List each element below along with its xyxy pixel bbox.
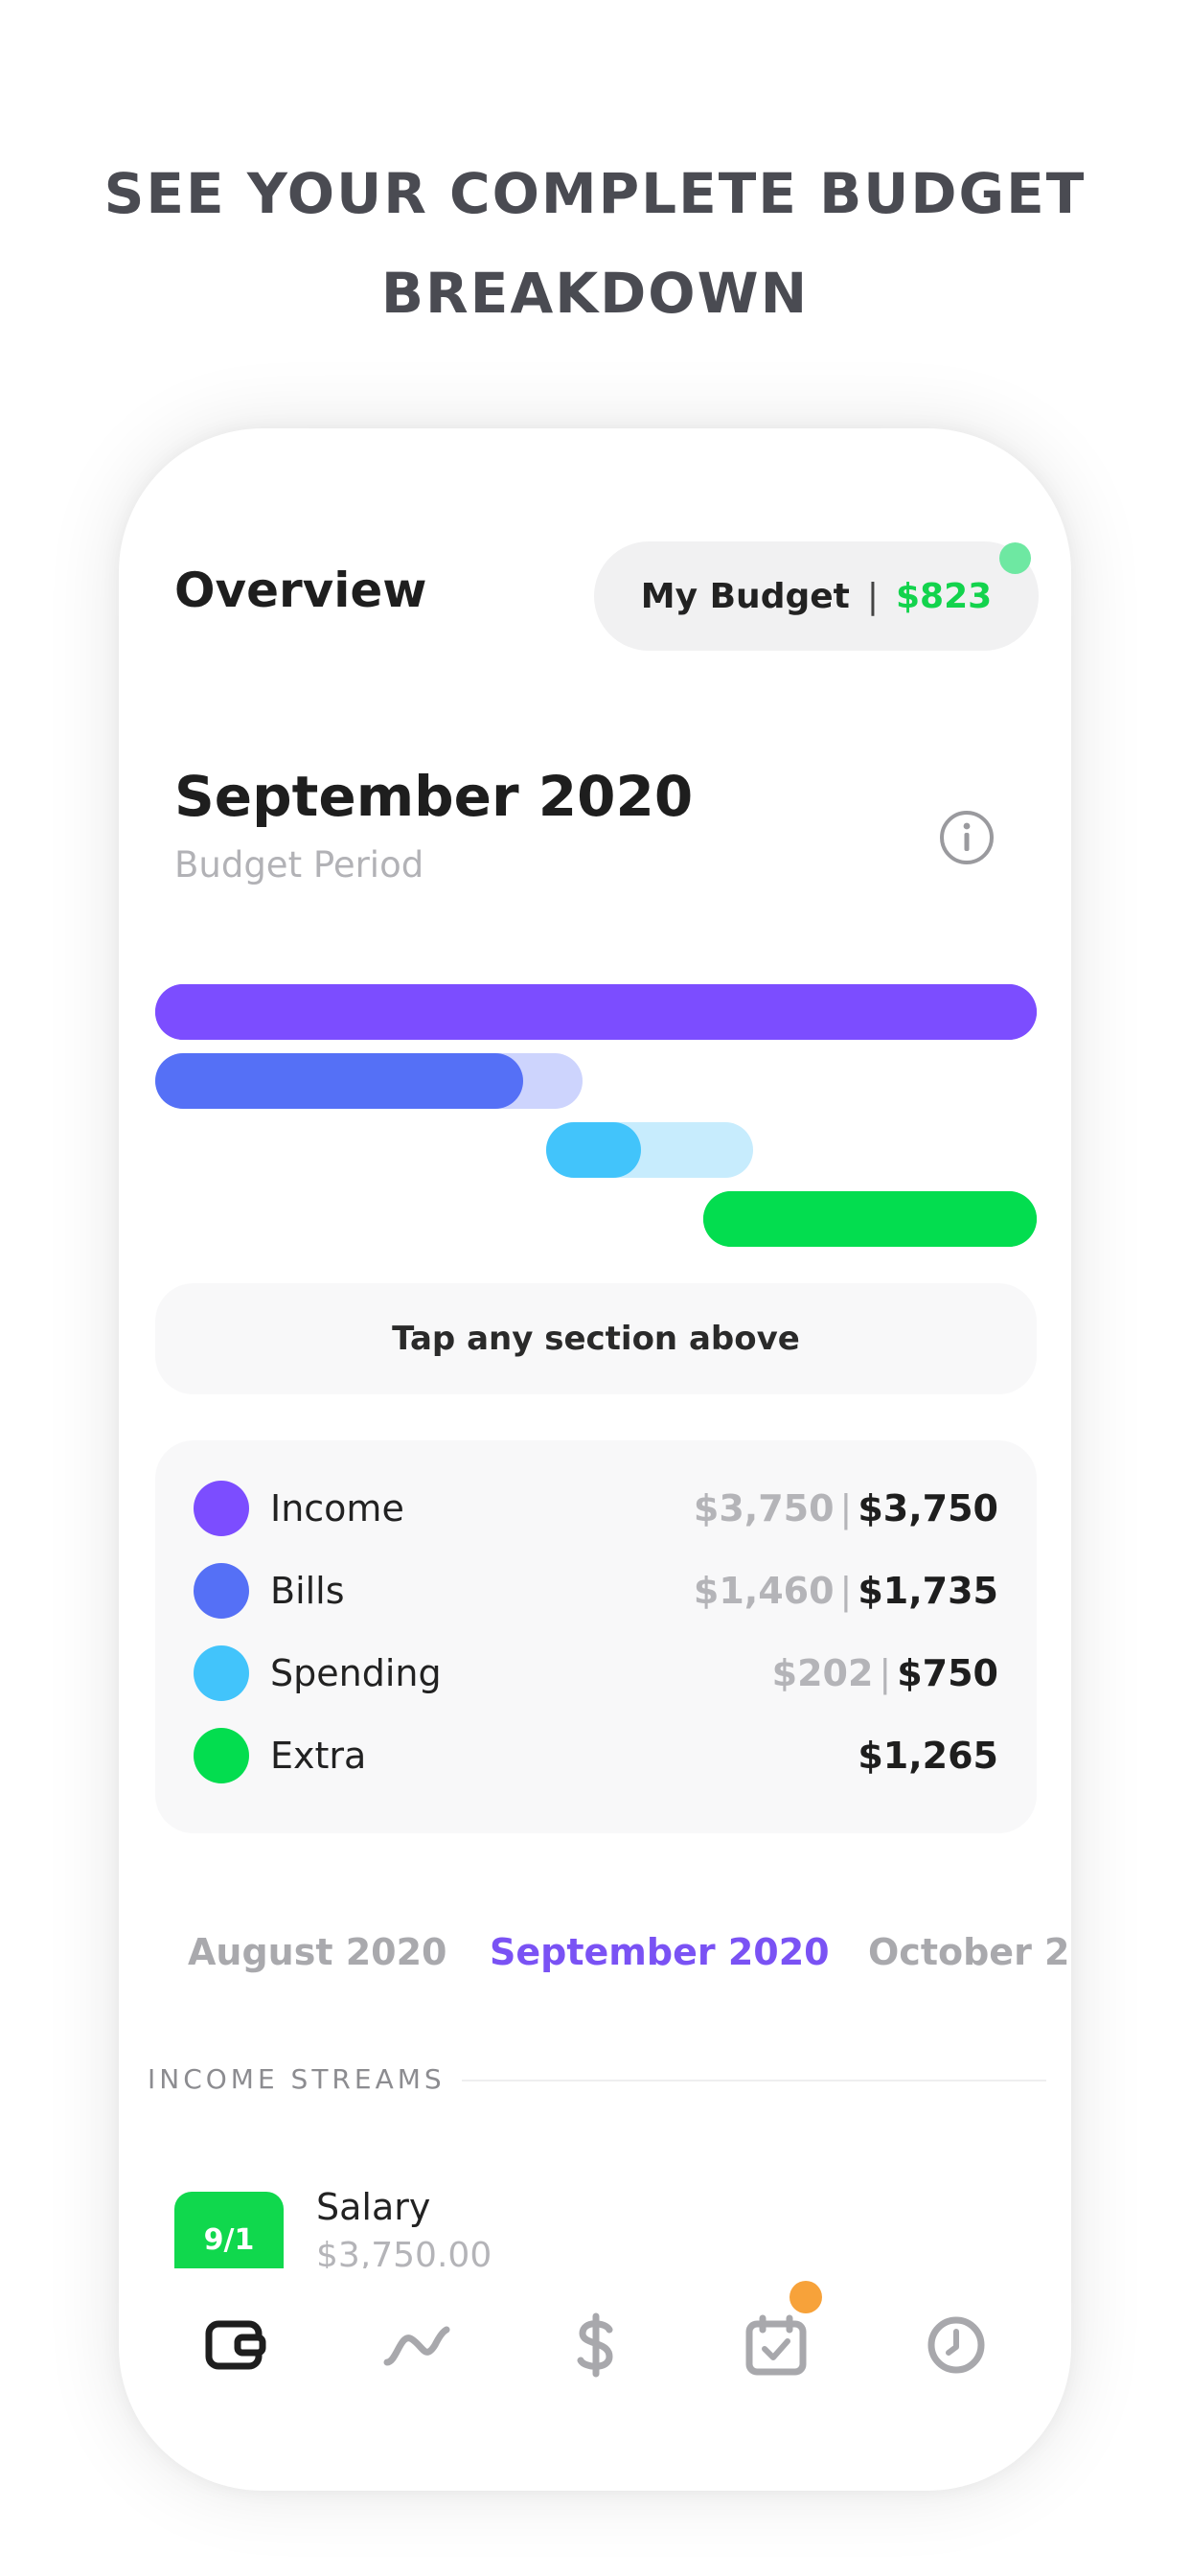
date-badge: 9/1 bbox=[174, 2192, 284, 2268]
extra-color-dot bbox=[194, 1728, 249, 1783]
stream-name[interactable]: Salary bbox=[316, 2186, 430, 2228]
my-budget-separator: | bbox=[866, 576, 879, 616]
legend-spent: $1,460 bbox=[693, 1570, 835, 1612]
legend-values: $1,460 | $1,735 bbox=[694, 1570, 998, 1612]
legend-total: $3,750 bbox=[858, 1487, 998, 1530]
legend-values: $1,265 bbox=[846, 1735, 998, 1777]
income-bar-fill bbox=[155, 984, 1037, 1040]
income-stream-list: 9/1 Salary $3,750.00 bbox=[119, 2173, 1071, 2268]
section-divider bbox=[462, 2080, 1046, 2082]
stream-amount: $3,750.00 bbox=[316, 2236, 492, 2268]
legend-total: $1,735 bbox=[858, 1570, 998, 1612]
headline-line-1: SEE YOUR COMPLETE BUDGET bbox=[103, 161, 1087, 226]
clock-icon bbox=[927, 2316, 985, 2374]
calendar-check-icon bbox=[745, 2314, 807, 2376]
extra-bar-fill bbox=[703, 1191, 1037, 1247]
phone-screen: Overview My Budget | $823 September 2020… bbox=[119, 428, 1071, 2491]
tab-money[interactable] bbox=[538, 2288, 653, 2403]
extra-bar[interactable] bbox=[703, 1191, 1037, 1247]
my-budget-button[interactable]: My Budget | $823 bbox=[594, 541, 1039, 651]
tab-history[interactable] bbox=[899, 2288, 1014, 2403]
legend-row-income[interactable]: Income $3,750 | $3,750 bbox=[155, 1479, 1037, 1538]
legend-spent: $3,750 bbox=[693, 1487, 835, 1530]
legend-label: Extra bbox=[270, 1735, 367, 1777]
bills-color-dot bbox=[194, 1563, 249, 1619]
my-budget-label: My Budget bbox=[640, 576, 850, 616]
legend-total: $1,265 bbox=[858, 1735, 998, 1777]
trend-icon bbox=[383, 2326, 450, 2366]
dollar-icon bbox=[577, 2312, 613, 2378]
spending-bar-fill bbox=[546, 1122, 642, 1178]
budget-period-subtitle: Budget Period bbox=[174, 844, 424, 886]
budget-legend: Income $3,750 | $3,750 Bills $1,460 | $1,735… bbox=[155, 1440, 1037, 1833]
spending-color-dot bbox=[194, 1645, 249, 1701]
legend-row-bills[interactable]: Bills $1,460 | $1,735 bbox=[155, 1561, 1037, 1621]
legend-row-extra[interactable]: Extra $1,265 bbox=[155, 1726, 1037, 1785]
spending-bar[interactable] bbox=[546, 1122, 753, 1178]
legend-label: Income bbox=[270, 1487, 404, 1530]
income-bar[interactable] bbox=[155, 984, 1037, 1040]
budget-period-title: September 2020 bbox=[174, 764, 694, 829]
notification-dot bbox=[999, 542, 1031, 574]
page-title: Overview bbox=[174, 563, 427, 618]
section-label: INCOME STREAMS bbox=[148, 2063, 446, 2095]
budget-breakdown-chart bbox=[155, 984, 1037, 1272]
bills-bar-fill bbox=[155, 1053, 523, 1109]
headline-line-2: BREAKDOWN bbox=[380, 261, 810, 326]
month-tab-prev[interactable]: August 2020 bbox=[188, 1931, 447, 1973]
legend-spent: $202 bbox=[771, 1652, 874, 1694]
legend-separator: | bbox=[879, 1652, 892, 1694]
calendar-badge bbox=[790, 2281, 822, 2313]
legend-separator: | bbox=[839, 1487, 853, 1530]
legend-total: $750 bbox=[897, 1652, 998, 1694]
tab-trends[interactable] bbox=[358, 2288, 473, 2403]
tab-bar bbox=[119, 2281, 1071, 2403]
legend-row-spending[interactable]: Spending $202 | $750 bbox=[155, 1644, 1037, 1703]
tap-hint: Tap any section above bbox=[155, 1283, 1037, 1394]
month-selector: August 2020 September 2020 October 20 bbox=[119, 1931, 1071, 1989]
legend-values: $202 | $750 bbox=[772, 1652, 998, 1694]
month-tab-next[interactable]: October 20 bbox=[868, 1931, 1071, 1973]
month-tab-current[interactable]: September 2020 bbox=[490, 1931, 830, 1973]
info-icon[interactable] bbox=[938, 809, 995, 866]
legend-separator: | bbox=[839, 1570, 853, 1612]
my-budget-amount: $823 bbox=[896, 576, 993, 616]
headline: SEE YOUR COMPLETE BUDGET BREAKDOWN bbox=[0, 144, 1190, 343]
income-color-dot bbox=[194, 1481, 249, 1536]
tab-wallet[interactable] bbox=[178, 2288, 293, 2403]
wallet-icon bbox=[205, 2320, 266, 2370]
legend-label: Spending bbox=[270, 1652, 442, 1694]
bills-bar[interactable] bbox=[155, 1053, 583, 1109]
legend-values: $3,750 | $3,750 bbox=[694, 1487, 998, 1530]
legend-label: Bills bbox=[270, 1570, 345, 1612]
